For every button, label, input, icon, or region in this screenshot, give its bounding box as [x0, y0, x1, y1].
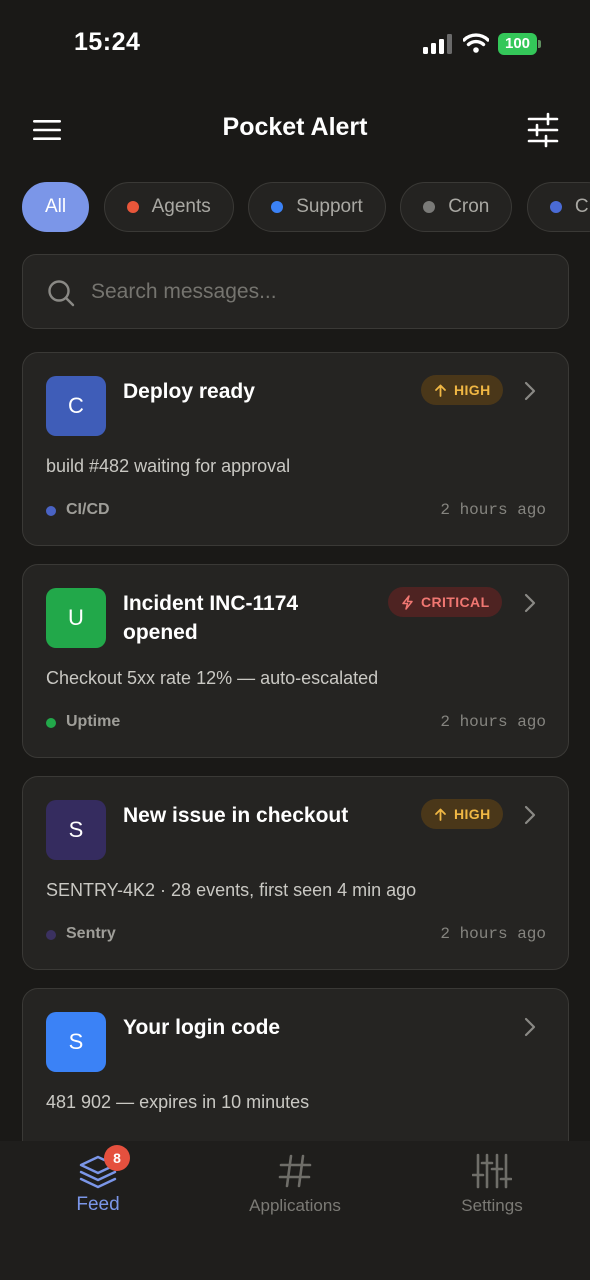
filter-chip-all[interactable]: All — [22, 182, 90, 232]
priority-label: CRITICAL — [421, 594, 490, 610]
message-body: 481 902 — expires in 10 minutes — [46, 1092, 310, 1112]
filter-chip-support[interactable]: Support — [248, 182, 386, 232]
message-body: SENTRY-4K2 · 28 events, first seen 4 min… — [46, 880, 417, 900]
app-name: Sentry — [66, 925, 116, 942]
battery-indicator: 100 — [498, 33, 542, 55]
app-color-dot — [46, 718, 56, 728]
hash-icon — [278, 1154, 312, 1188]
arrow-up-icon — [435, 808, 446, 821]
chip-dot — [423, 201, 436, 213]
battery-nub — [538, 40, 541, 48]
avatar: S — [46, 800, 106, 860]
app-name: CI/CD — [66, 501, 110, 518]
arrow-up-icon — [435, 384, 446, 397]
chip-label: C — [574, 196, 589, 217]
message-card-new-issue[interactable]: S New issue in checkout HIGH SENTRY-4K2 … — [22, 776, 569, 970]
tab-label: Feed — [76, 1194, 120, 1215]
search-input[interactable] — [91, 269, 551, 314]
filter-sliders-icon[interactable] — [526, 112, 560, 148]
chip-label: Support — [296, 196, 363, 217]
message-title: Deploy ready — [123, 380, 255, 403]
message-footer: Uptime 2 hours ago — [46, 713, 546, 733]
chip-label: Agents — [151, 196, 211, 217]
battery-level: 100 — [504, 35, 531, 52]
search-bar — [22, 254, 569, 329]
priority-badge: CRITICAL — [388, 587, 502, 617]
message-title: New issue in checkout — [123, 804, 349, 827]
avatar: S — [46, 1012, 106, 1072]
tab-applications[interactable]: Applications — [197, 1141, 393, 1251]
avatar: C — [46, 376, 106, 436]
message-card-deploy-ready[interactable]: C Deploy ready HIGH build #482 waiting f… — [22, 352, 569, 546]
message-card-incident[interactable]: U Incident INC-1174 opened CRITICAL Chec… — [22, 564, 569, 758]
filter-chip-agents[interactable]: Agents — [103, 182, 234, 232]
timestamp: 2 hours ago — [440, 501, 546, 519]
chip-dot — [271, 201, 284, 213]
tab-feed[interactable]: 8 Feed — [0, 1141, 196, 1251]
timestamp: 2 hours ago — [440, 713, 546, 731]
chevron-right-icon — [524, 381, 536, 401]
filter-chip-more[interactable]: C — [526, 182, 590, 232]
chevron-right-icon — [524, 593, 536, 613]
sliders-icon — [472, 1153, 512, 1189]
cellular-signal-icon — [423, 34, 452, 54]
chip-dot — [549, 201, 562, 213]
app-color-dot — [46, 506, 56, 516]
app-name: Uptime — [66, 713, 121, 730]
message-body: Checkout 5xx rate 12% — auto-escalated — [46, 668, 379, 688]
tab-label: Applications — [249, 1196, 341, 1215]
status-time: 15:24 — [74, 28, 141, 56]
message-title: Incident INC-1174 opened — [123, 592, 299, 644]
chevron-right-icon — [524, 1017, 536, 1037]
filter-chip-cron[interactable]: Cron — [400, 182, 513, 232]
tab-settings[interactable]: Settings — [394, 1141, 590, 1251]
priority-label: HIGH — [454, 806, 491, 822]
wifi-icon — [463, 33, 489, 53]
status-bar: 15:24 100 — [0, 0, 590, 88]
chip-label: All — [45, 196, 67, 217]
message-footer: CI/CD 2 hours ago — [46, 501, 546, 521]
chevron-right-icon — [524, 805, 536, 825]
priority-badge: HIGH — [421, 799, 503, 829]
timestamp: 2 hours ago — [440, 925, 546, 943]
message-title: Your login code — [123, 1016, 281, 1039]
message-footer: Sentry 2 hours ago — [46, 925, 546, 945]
search-icon — [48, 280, 75, 307]
lightning-icon — [402, 594, 413, 610]
bottom-tab-bar: 8 Feed Applications Settings — [0, 1141, 590, 1280]
app-color-dot — [46, 930, 56, 940]
screen: 15:24 100 Pocket Alert All Agents Suppor… — [0, 0, 590, 1280]
chip-dot — [126, 201, 139, 213]
avatar: U — [46, 588, 106, 648]
priority-badge: HIGH — [421, 375, 503, 405]
tab-label: Settings — [461, 1196, 523, 1215]
message-body: build #482 waiting for approval — [46, 456, 291, 476]
unread-count-badge: 8 — [104, 1145, 130, 1171]
app-header: Pocket Alert — [0, 100, 590, 160]
priority-label: HIGH — [454, 382, 491, 398]
page-title: Pocket Alert — [222, 113, 368, 141]
filter-chips: All Agents Support Cron C — [22, 182, 590, 234]
chip-label: Cron — [448, 196, 490, 217]
